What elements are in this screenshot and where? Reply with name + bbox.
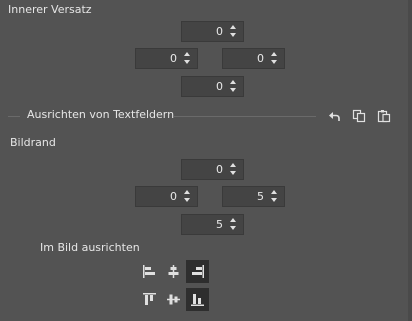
align-right-icon [192, 265, 204, 278]
align-top-button[interactable] [138, 288, 161, 311]
margin-left-value: 0 [170, 190, 177, 203]
align-center-horizontal-button[interactable] [162, 260, 185, 283]
align-right-button[interactable] [186, 260, 209, 283]
align-top-icon [143, 293, 156, 305]
margin-left-stepper[interactable]: 0 [135, 186, 198, 207]
align-left-icon [143, 265, 155, 278]
inner-offset-top-stepper[interactable]: 0 [181, 21, 244, 42]
section-divider-right [174, 116, 316, 117]
margin-bottom-stepper[interactable]: 5 [181, 214, 244, 235]
inner-offset-left-stepper[interactable]: 0 [135, 48, 198, 69]
margin-right-stepper[interactable]: 5 [222, 186, 285, 207]
inner-offset-right-stepper[interactable]: 0 [222, 48, 285, 69]
align-in-image-title: Im Bild ausrichten [40, 241, 140, 254]
inner-offset-left-value: 0 [170, 52, 177, 65]
stepper-arrows-icon[interactable] [225, 22, 243, 41]
stepper-arrows-icon[interactable] [225, 77, 243, 96]
inner-offset-right-value: 0 [257, 52, 264, 65]
stepper-arrows-icon[interactable] [179, 49, 197, 68]
align-center-horizontal-icon [168, 265, 179, 278]
margin-top-value: 0 [216, 163, 223, 176]
margin-title: Bildrand [10, 136, 56, 149]
scrollbar[interactable] [408, 0, 412, 321]
stepper-arrows-icon[interactable] [225, 160, 243, 179]
align-center-vertical-button[interactable] [162, 288, 185, 311]
stepper-arrows-icon[interactable] [266, 49, 284, 68]
inner-offset-top-value: 0 [216, 25, 223, 38]
align-center-vertical-icon [167, 294, 180, 305]
stepper-arrows-icon[interactable] [179, 187, 197, 206]
paste-icon[interactable] [377, 109, 391, 123]
margin-top-stepper[interactable]: 0 [181, 159, 244, 180]
align-bottom-icon [191, 294, 204, 306]
stepper-arrows-icon[interactable] [225, 215, 243, 234]
align-left-button[interactable] [138, 260, 161, 283]
copy-icon[interactable] [352, 109, 366, 123]
section-divider-left [8, 116, 20, 117]
margin-bottom-value: 5 [216, 218, 223, 231]
align-bottom-button[interactable] [186, 288, 209, 311]
margin-right-value: 5 [257, 190, 264, 203]
inner-offset-bottom-stepper[interactable]: 0 [181, 76, 244, 97]
inner-offset-title: Innerer Versatz [8, 3, 92, 16]
undo-icon[interactable] [327, 109, 341, 123]
stepper-arrows-icon[interactable] [266, 187, 284, 206]
text-align-section-title: Ausrichten von Textfeldern [27, 108, 175, 121]
inner-offset-bottom-value: 0 [216, 80, 223, 93]
